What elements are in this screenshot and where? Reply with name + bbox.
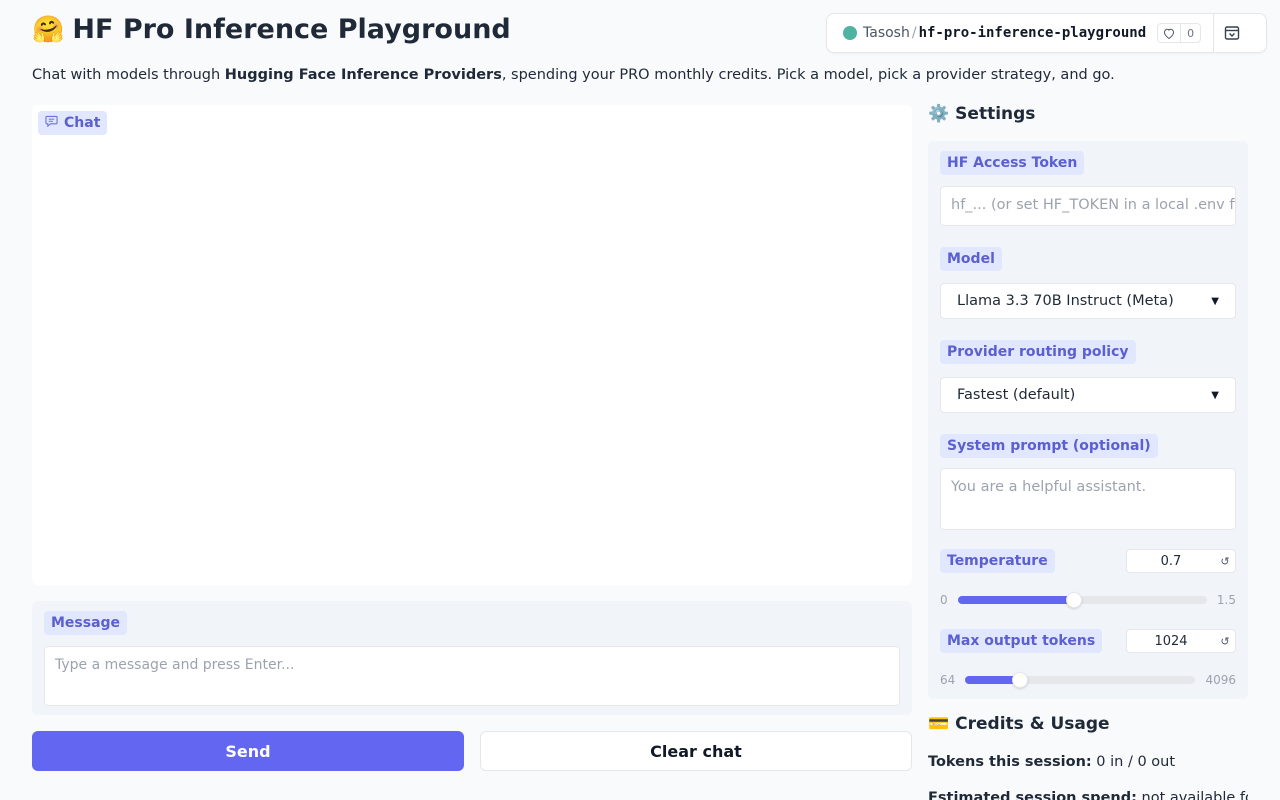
owner-avatar[interactable]	[843, 26, 857, 40]
chat-panel[interactable]: Chat	[32, 105, 912, 585]
reset-icon[interactable]: ↺	[1215, 555, 1235, 568]
settings-heading-text: Settings	[955, 104, 1036, 124]
max-tokens-max: 4096	[1205, 673, 1236, 687]
routing-selected-value: Fastest (default)	[957, 387, 1076, 403]
space-header-badge: Tasosh / hf-pro-inference-playground 0	[826, 13, 1267, 53]
temperature-value: 0.7	[1160, 553, 1182, 569]
credits-heading: 💳 Credits & Usage	[928, 714, 1110, 734]
max-tokens-number-input[interactable]: 1024 ↺	[1126, 629, 1236, 653]
page-title-text: HF Pro Inference Playground	[72, 14, 511, 45]
slider-thumb[interactable]	[1066, 592, 1083, 608]
send-button[interactable]: Send	[32, 731, 464, 771]
heart-icon	[1158, 24, 1182, 42]
space-owner-link[interactable]: Tasosh	[863, 25, 910, 41]
subtitle-text-start: Chat with models through	[32, 67, 225, 83]
chat-label: Chat	[38, 111, 108, 135]
temperature-number-input[interactable]: 0.7 ↺	[1126, 549, 1236, 573]
page-title: 🤗 HF Pro Inference Playground	[32, 14, 511, 45]
model-dropdown[interactable]: Llama 3.3 70B Instruct (Meta) ▼	[940, 283, 1236, 319]
model-label: Model	[940, 247, 1002, 271]
page-subtitle: Chat with models through Hugging Face In…	[32, 67, 1115, 83]
session-tokens-label: Tokens this session:	[928, 754, 1092, 770]
slider-thumb[interactable]	[1012, 672, 1029, 688]
temperature-slider-row: 0 1.5	[940, 592, 1236, 608]
like-button[interactable]: 0	[1157, 23, 1202, 43]
max-tokens-value: 1024	[1154, 633, 1188, 649]
subtitle-text-bold: Hugging Face Inference Providers	[224, 67, 502, 83]
slider-fill	[957, 596, 1075, 604]
chat-bubble-icon	[45, 115, 58, 131]
max-tokens-label: Max output tokens	[940, 629, 1103, 653]
message-label: Message	[44, 611, 128, 635]
message-panel: Message Type a message and press Enter..…	[32, 601, 912, 715]
reset-icon[interactable]: ↺	[1215, 635, 1235, 648]
session-spend: Estimated session spend: not available f…	[928, 790, 1248, 800]
message-input[interactable]: Type a message and press Enter...	[44, 646, 900, 706]
settings-heading: ⚙️ Settings	[928, 104, 1035, 124]
max-tokens-slider-row: 64 4096	[940, 672, 1236, 688]
temperature-label: Temperature	[940, 549, 1055, 573]
session-tokens: Tokens this session: 0 in / 0 out	[928, 754, 1175, 770]
path-separator: /	[911, 25, 917, 41]
chat-label-text: Chat	[64, 115, 101, 131]
system-prompt-input[interactable]: You are a helpful assistant.	[940, 468, 1236, 530]
credit-card-icon: 💳	[928, 714, 950, 734]
space-repo-link[interactable]: hf-pro-inference-playground	[919, 25, 1147, 41]
max-tokens-min: 64	[940, 673, 956, 687]
hf-token-label: HF Access Token	[940, 151, 1085, 175]
caret-down-icon: ▼	[1211, 295, 1219, 307]
temperature-slider[interactable]	[957, 592, 1207, 608]
routing-policy-dropdown[interactable]: Fastest (default) ▼	[940, 377, 1236, 413]
routing-policy-label: Provider routing policy	[940, 340, 1136, 364]
model-selected-value: Llama 3.3 70B Instruct (Meta)	[957, 293, 1174, 309]
credits-heading-text: Credits & Usage	[955, 714, 1110, 734]
system-prompt-label: System prompt (optional)	[940, 434, 1158, 458]
session-tokens-value: 0 in / 0 out	[1091, 754, 1176, 770]
gear-icon: ⚙️	[928, 104, 950, 124]
settings-panel: HF Access Token hf_... (or set HF_TOKEN …	[928, 141, 1248, 699]
like-count: 0	[1187, 26, 1195, 40]
caret-down-icon: ▼	[1211, 389, 1219, 401]
collapse-header-icon[interactable]	[1214, 25, 1250, 41]
session-spend-label: Estimated session spend:	[928, 790, 1137, 800]
temperature-min: 0	[940, 593, 948, 607]
hugging-face-emoji-icon: 🤗	[32, 14, 65, 45]
hf-token-input[interactable]: hf_... (or set HF_TOKEN in a local .env …	[940, 186, 1236, 226]
max-tokens-slider[interactable]	[965, 672, 1196, 688]
temperature-max: 1.5	[1216, 593, 1236, 607]
clear-chat-button[interactable]: Clear chat	[480, 731, 912, 771]
session-spend-value: not available for	[1136, 790, 1249, 800]
subtitle-text-end: , spending your PRO monthly credits. Pic…	[501, 67, 1115, 83]
